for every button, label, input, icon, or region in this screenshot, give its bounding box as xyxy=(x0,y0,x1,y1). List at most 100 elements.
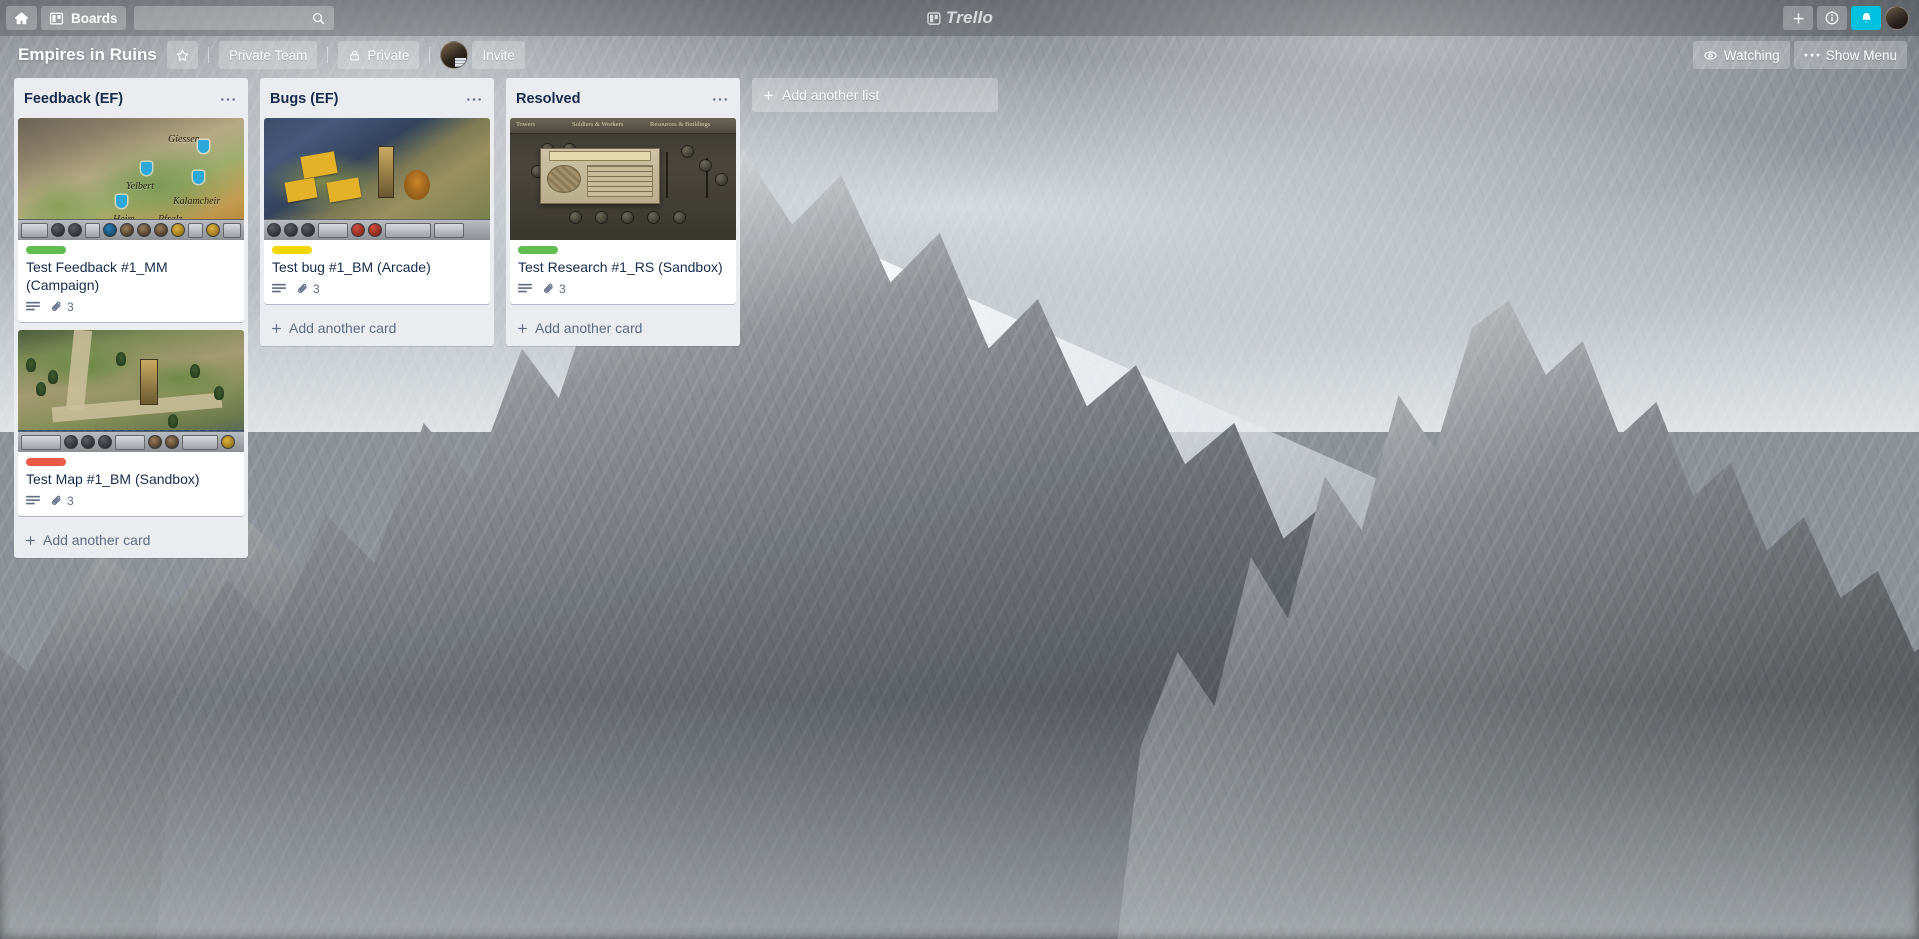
search-input[interactable] xyxy=(130,9,311,27)
board-member-avatar[interactable] xyxy=(440,41,469,69)
list-title[interactable]: Bugs (EF) xyxy=(270,91,462,107)
add-card-button[interactable]: Add another card xyxy=(260,312,494,346)
boards-icon xyxy=(49,11,64,26)
trello-wordmark: Trello xyxy=(945,8,994,27)
hud-orb xyxy=(67,223,82,237)
hud-slot xyxy=(434,222,464,238)
card-badges: 3 xyxy=(272,280,482,300)
hud-orb xyxy=(120,223,135,237)
hud-orb xyxy=(368,223,382,237)
board-title[interactable]: Empires in Ruins xyxy=(10,41,165,70)
list-menu-button[interactable] xyxy=(462,88,486,110)
paperclip-icon xyxy=(296,282,310,296)
plus-icon xyxy=(516,322,529,335)
tech-node xyxy=(622,212,633,223)
hud-orb xyxy=(137,223,152,237)
hud-slot xyxy=(222,222,241,238)
list-title[interactable]: Resolved xyxy=(516,91,708,107)
map-label: Yelbert xyxy=(126,181,154,192)
attachment-count: 3 xyxy=(313,282,320,296)
map-road xyxy=(65,330,93,411)
hud-orb xyxy=(171,223,186,237)
map-tree xyxy=(190,364,200,378)
card-title: Test Feedback #1_MM (Campaign) xyxy=(26,259,168,293)
tooltip-title xyxy=(549,151,651,161)
card-cover-sandbox-map xyxy=(18,330,244,452)
attachment-badge: 3 xyxy=(542,282,572,296)
hud-orb xyxy=(64,435,78,449)
description-icon xyxy=(26,495,40,507)
village-hut xyxy=(326,177,362,203)
paperclip-icon xyxy=(50,494,64,508)
info-button[interactable] xyxy=(1817,6,1847,30)
add-card-label: Add another card xyxy=(43,532,151,548)
card-cover-campaign-map: Giessen Yelbert Kalamcheir Heim Pfralz xyxy=(18,118,244,240)
card-labels xyxy=(26,458,236,466)
star-board-button[interactable] xyxy=(166,41,198,69)
add-card-button[interactable]: Add another card xyxy=(506,312,740,346)
card-label-red[interactable] xyxy=(26,458,66,466)
list-title[interactable]: Feedback (EF) xyxy=(24,91,216,107)
card-test-research[interactable]: Towers Soldiers & Workers Resources & Bu… xyxy=(510,118,736,304)
map-label: Giessen xyxy=(168,134,200,145)
map-flag xyxy=(116,195,127,208)
user-avatar[interactable] xyxy=(1885,6,1909,30)
list-header: Bugs (EF) xyxy=(260,78,494,118)
board-header-actions: Watching Show Menu xyxy=(1691,41,1909,69)
list-resolved: Resolved Towers Soldiers & Workers Resou… xyxy=(506,78,740,346)
trello-logo[interactable]: Trello xyxy=(926,8,993,28)
watching-button[interactable]: Watching xyxy=(1692,41,1790,69)
card-label-yellow[interactable] xyxy=(272,246,312,254)
tech-node xyxy=(648,212,659,223)
hud-orb xyxy=(221,435,235,449)
team-button[interactable]: Private Team xyxy=(218,41,318,69)
hud-orb xyxy=(154,223,169,237)
research-tab-label: Soldiers & Workers xyxy=(572,121,624,128)
visibility-button[interactable]: Private xyxy=(338,41,420,69)
show-menu-button[interactable]: Show Menu xyxy=(1793,41,1907,69)
map-tree xyxy=(214,386,224,400)
card-body: Test bug #1_BM (Arcade) 3 xyxy=(264,240,490,304)
boards-button[interactable]: Boards xyxy=(41,6,126,30)
hud-slot xyxy=(182,434,218,450)
search-box[interactable] xyxy=(130,6,334,30)
list-header: Resolved xyxy=(506,78,740,118)
add-list-button[interactable]: Add another list xyxy=(752,78,998,112)
card-label-green[interactable] xyxy=(518,246,558,254)
village-hut xyxy=(284,177,318,203)
ellipsis-icon xyxy=(1804,52,1820,58)
header-divider xyxy=(327,47,329,63)
show-menu-label: Show Menu xyxy=(1825,47,1897,63)
hud-orb xyxy=(148,435,162,449)
card-test-map[interactable]: Test Map #1_BM (Sandbox) 3 xyxy=(18,330,244,516)
home-button[interactable] xyxy=(6,6,37,30)
search-icon[interactable] xyxy=(311,11,326,26)
add-card-label: Add another card xyxy=(289,320,397,336)
hud-slot xyxy=(385,222,431,238)
research-tab-label: Towers xyxy=(516,121,536,128)
tech-node xyxy=(700,160,711,171)
add-card-button[interactable]: Add another card xyxy=(14,524,248,558)
card-test-bug[interactable]: Test bug #1_BM (Arcade) 3 xyxy=(264,118,490,304)
list-menu-button[interactable] xyxy=(216,88,240,110)
card-label-green[interactable] xyxy=(26,246,66,254)
invite-button[interactable]: Invite xyxy=(472,41,525,69)
card-badges: 3 xyxy=(518,280,728,300)
notifications-button[interactable] xyxy=(1851,6,1881,30)
game-hud xyxy=(18,431,244,452)
research-tab-label: Resources & Buildings xyxy=(650,121,711,128)
attachment-badge: 3 xyxy=(50,300,80,314)
eye-icon xyxy=(1703,48,1718,63)
hud-orb xyxy=(284,223,298,237)
map-tree xyxy=(26,358,36,372)
card-body: Test Map #1_BM (Sandbox) 3 xyxy=(18,452,244,516)
boards-label: Boards xyxy=(71,10,118,26)
map-flag xyxy=(193,171,204,184)
hud-orb xyxy=(351,223,365,237)
add-button[interactable] xyxy=(1783,6,1813,30)
game-hud xyxy=(264,219,490,240)
card-title: Test Research #1_RS (Sandbox) xyxy=(518,259,723,275)
list-menu-button[interactable] xyxy=(708,88,732,110)
card-test-feedback[interactable]: Giessen Yelbert Kalamcheir Heim Pfralz xyxy=(18,118,244,322)
hud-orb xyxy=(301,223,315,237)
